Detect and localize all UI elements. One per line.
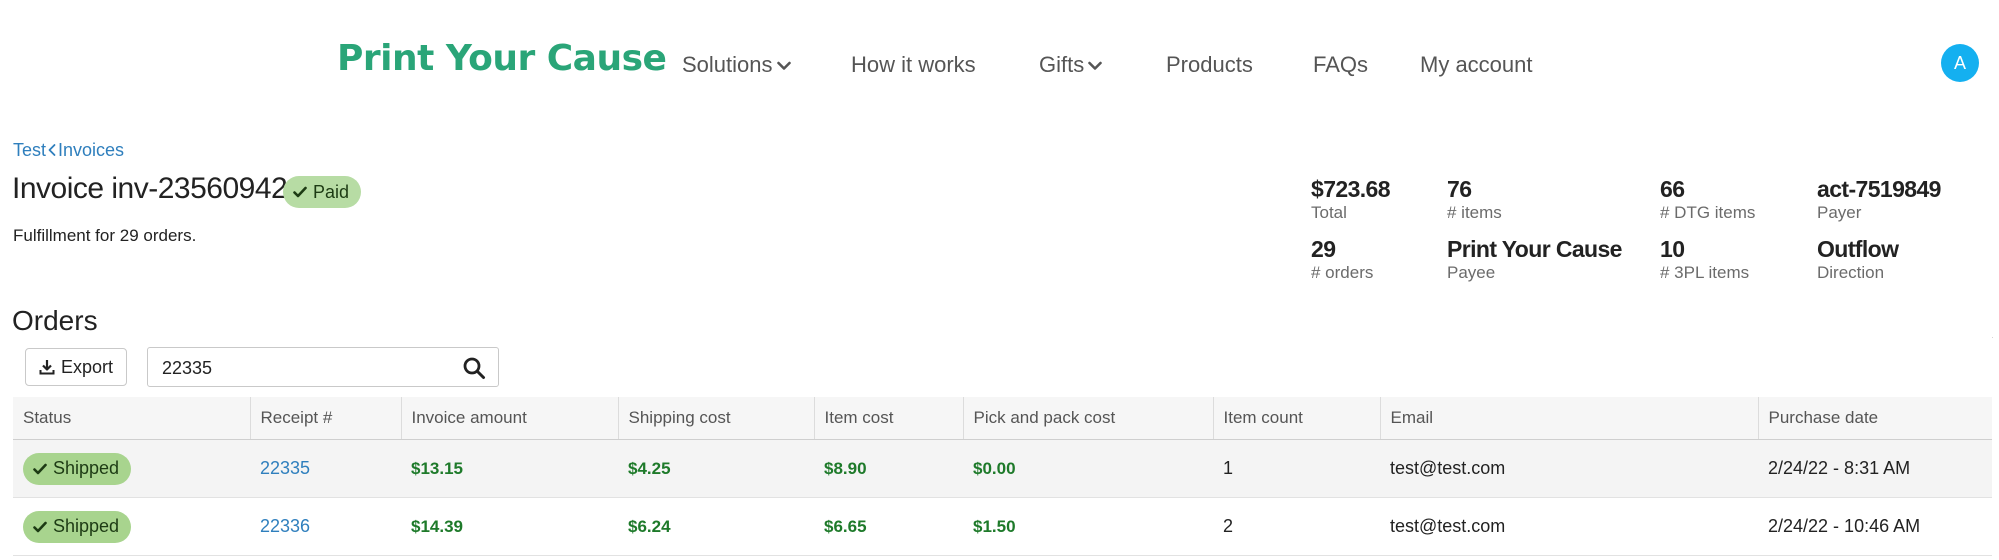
stat-dtg-items-value: 66 [1660,176,1685,202]
nav-how-it-works[interactable]: How it works [851,52,976,78]
stat-payer-value: act-7519849 [1817,176,1941,202]
stat-orders-value: 29 [1311,236,1336,262]
pick-pack-cost-cell: $0.00 [963,439,1213,498]
shipped-status-badge: Shipped [23,510,132,543]
column-header-status[interactable]: Status [13,397,250,440]
stat-payee: Print Your Cause Payee [1447,236,1622,284]
stat-items-label: # items [1447,203,1502,222]
nav-my-account[interactable]: My account [1420,52,1533,78]
column-header-purchase-date[interactable]: Purchase date [1757,397,1992,440]
email-cell: test@test.com [1380,497,1758,556]
breadcrumb-invoices-link[interactable]: Invoices [58,140,124,160]
item-cost-cell: $6.65 [814,497,963,556]
purchase-date-cell: 2/24/22 - 10:46 AM [1758,497,1992,556]
nav-gifts-label: Gifts [1039,52,1085,77]
status-cell: Shipped [13,439,250,498]
check-icon [293,186,307,198]
stat-3pl-items-label: # 3PL items [1660,263,1750,282]
stat-payee-label: Payee [1447,263,1496,282]
purchase-date-cell: 2/24/22 - 8:31 AM [1758,439,1992,498]
table-row[interactable]: Shipped 22335 $13.15 $4.25 $8.90 $0.00 1… [13,439,1992,498]
column-header-email[interactable]: Email [1379,397,1758,440]
stat-orders: 29 # orders [1311,236,1373,284]
pick-pack-cost-cell: $1.50 [963,497,1213,556]
paid-status-badge: Paid [283,176,362,208]
page-title: Invoice inv-2356094221 [12,172,320,205]
download-icon [39,360,55,375]
status-label: Shipped [53,458,120,478]
stat-3pl-items-value: 10 [1660,236,1685,262]
check-icon [33,463,47,474]
orders-heading: Orders [12,305,98,336]
shipped-status-badge: Shipped [23,452,132,485]
chevron-down-icon [776,61,791,70]
chevron-down-icon [1088,61,1103,70]
nav-products[interactable]: Products [1166,52,1253,78]
stat-dtg-items: 66 # DTG items [1660,176,1755,224]
shipping-cost-cell: $6.24 [618,497,814,556]
stat-items-value: 76 [1447,176,1472,202]
nav-gifts[interactable]: Gifts [1039,52,1103,78]
shipping-cost-cell: $4.25 [618,439,814,498]
stat-direction: Outflow Direction [1817,236,1899,284]
status-label: Shipped [53,516,120,536]
avatar-initial: A [1953,52,1966,73]
stat-payer: act-7519849 Payer [1817,176,1941,224]
stat-direction-label: Direction [1817,263,1885,282]
invoice-description: Fulfillment for 29 orders. [13,226,197,245]
stat-3pl-items: 10 # 3PL items [1660,236,1749,284]
column-header-invoice-amount[interactable]: Invoice amount [400,397,618,440]
column-header-pick-pack-cost[interactable]: Pick and pack cost [962,397,1213,440]
stat-payer-label: Payer [1817,203,1862,222]
column-header-item-cost[interactable]: Item cost [813,397,963,440]
item-count-cell: 2 [1213,497,1380,556]
nav-faqs[interactable]: FAQs [1313,52,1368,78]
column-header-shipping-cost[interactable]: Shipping cost [617,397,814,440]
item-cost-cell: $8.90 [814,439,963,498]
breadcrumb-root-link[interactable]: Test [13,140,46,160]
stat-total-value: $723.68 [1311,176,1391,202]
status-cell: Shipped [13,497,250,556]
stat-total: $723.68 Total [1311,176,1391,224]
receipt-link[interactable]: 22335 [250,439,401,498]
stat-orders-label: # orders [1311,263,1374,282]
stat-total-label: Total [1311,203,1347,222]
invoice-amount-cell: $14.39 [401,497,618,556]
receipt-link[interactable]: 22336 [250,497,401,556]
nav-solutions[interactable]: Solutions [682,52,791,78]
table-header-row: Status Receipt # Invoice amount Shipping… [13,397,1992,440]
chevron-left-icon [48,144,56,156]
export-button[interactable]: Export [25,348,127,386]
invoice-amount-cell: $13.15 [401,439,618,498]
order-search [147,347,499,387]
export-button-label: Export [60,356,114,377]
column-header-receipt[interactable]: Receipt # [249,397,401,440]
orders-table: Status Receipt # Invoice amount Shipping… [13,397,1992,556]
user-avatar[interactable]: A [1941,44,1979,82]
stat-items: 76 # items [1447,176,1502,224]
check-icon [33,521,47,532]
column-header-item-count[interactable]: Item count [1212,397,1380,440]
stat-payee-value: Print Your Cause [1447,236,1622,262]
stat-direction-value: Outflow [1817,236,1899,262]
stat-dtg-items-label: # DTG items [1660,203,1756,222]
search-icon[interactable] [462,356,486,380]
breadcrumb: Test Invoices [13,140,124,161]
nav-solutions-label: Solutions [682,52,773,77]
paid-status-label: Paid [313,181,350,202]
table-row[interactable]: Shipped 22336 $14.39 $6.24 $6.65 $1.50 2… [13,497,1992,556]
email-cell: test@test.com [1380,439,1758,498]
brand-logo[interactable]: Print Your Cause [337,38,667,79]
item-count-cell: 1 [1213,439,1380,498]
order-search-input[interactable] [160,354,444,382]
